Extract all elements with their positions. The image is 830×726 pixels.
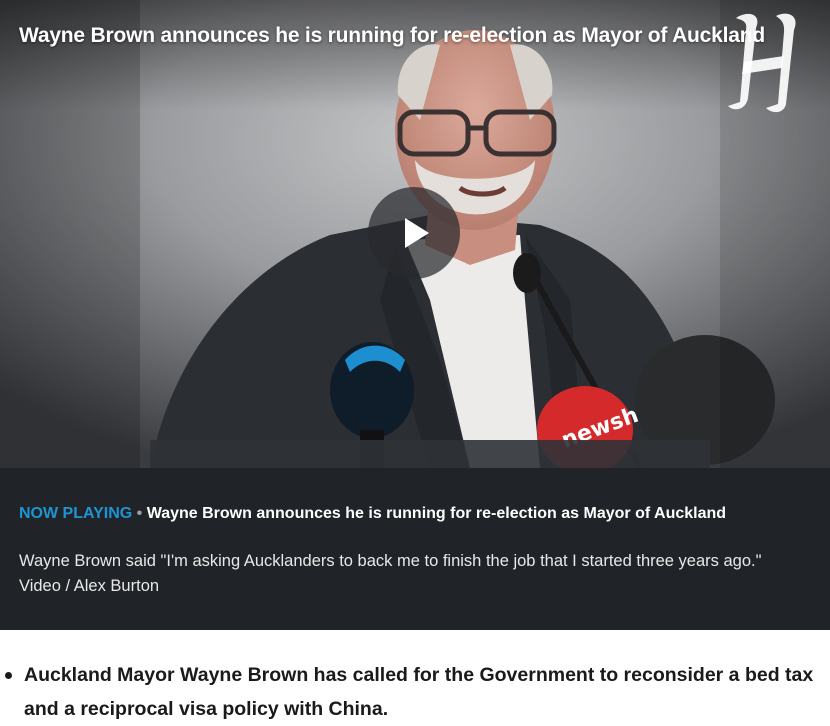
now-playing-panel: NOW PLAYING • Wayne Brown announces he i… [0, 468, 830, 630]
video-caption: Wayne Brown said "I'm asking Aucklanders… [19, 552, 762, 595]
list-item: Auckland Mayor Wayne Brown has called fo… [0, 658, 814, 726]
bullet-text: Auckland Mayor Wayne Brown has called fo… [24, 664, 814, 720]
now-playing-title[interactable]: Wayne Brown announces he is running for … [147, 505, 726, 522]
now-playing-line: NOW PLAYING • Wayne Brown announces he i… [19, 504, 811, 524]
nz-herald-h-icon [728, 13, 796, 113]
bullet-icon [5, 672, 12, 679]
now-playing-separator: • [132, 505, 147, 522]
video-player[interactable]: newshub Wayne Brown announces he is runn… [0, 0, 830, 468]
play-button[interactable] [368, 187, 460, 279]
now-playing-label: NOW PLAYING [19, 505, 133, 522]
article-bullet-list: Auckland Mayor Wayne Brown has called fo… [0, 630, 830, 726]
play-icon [405, 218, 429, 248]
video-title: Wayne Brown announces he is running for … [19, 24, 765, 47]
